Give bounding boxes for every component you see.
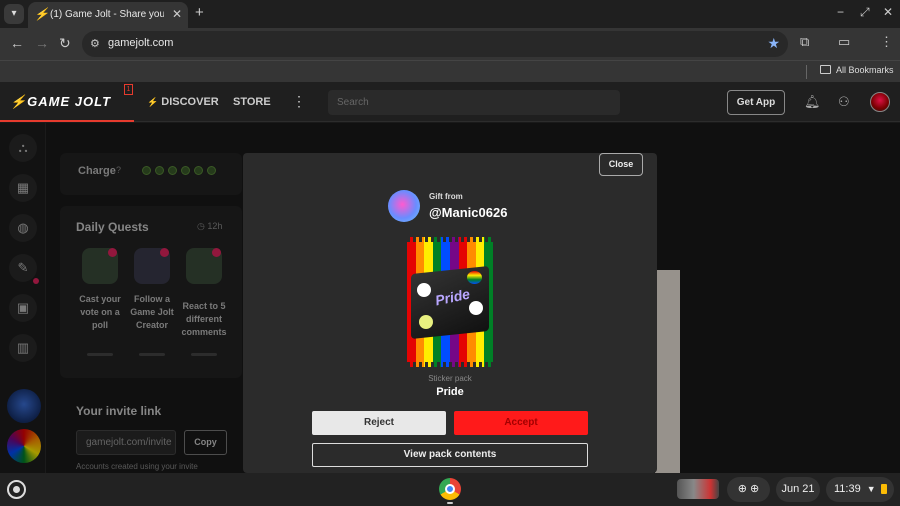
new-tab-button[interactable]: + <box>195 4 204 21</box>
browser-tab[interactable]: ⚡ (1) Game Jolt - Share your creations ✕ <box>28 2 188 28</box>
reading-mode-icon[interactable]: ▭ <box>838 34 850 50</box>
sticker-icon <box>419 315 433 329</box>
back-icon[interactable]: ← <box>10 35 24 51</box>
nav-store[interactable]: STORE <box>233 96 271 108</box>
view-pack-contents-button[interactable]: View pack contents <box>312 443 588 467</box>
friends-icon[interactable]: ⚇ <box>838 94 850 110</box>
tab-search-button[interactable]: ▾ <box>4 4 24 24</box>
heart-sticker-icon <box>467 271 482 284</box>
sticker-icon <box>417 283 431 297</box>
site-header: ⚡GAME JOLT 1 ⚡ DISCOVER STORE ⋮ Search G… <box>0 82 900 122</box>
notification-badge: 1 <box>124 84 133 95</box>
bookmarks-bar: All Bookmarks <box>0 60 900 82</box>
url-text: gamejolt.com <box>108 37 174 49</box>
menu-kebab-icon[interactable]: ⋮ <box>880 34 893 50</box>
nav-discover-label: DISCOVER <box>161 96 219 108</box>
gift-from-label: Gift from <box>429 192 463 201</box>
pack-name: Pride <box>436 386 464 398</box>
window-close-icon[interactable]: ✕ <box>883 5 893 19</box>
gamejolt-logo[interactable]: ⚡GAME JOLT <box>10 94 111 110</box>
running-indicator <box>447 502 453 504</box>
user-avatar[interactable] <box>870 92 890 112</box>
pack-edge <box>407 362 493 367</box>
search-input[interactable]: Search <box>328 90 620 115</box>
get-app-button[interactable]: Get App <box>727 90 785 115</box>
tray-quick-actions[interactable]: ⊕ ⊕ <box>727 477 770 502</box>
bookmarks-divider <box>806 65 807 79</box>
search-placeholder: Search <box>337 97 369 108</box>
launcher-icon[interactable] <box>7 480 26 499</box>
pack-type-label: Sticker pack <box>428 374 472 383</box>
date-button[interactable]: Jun 21 <box>776 477 820 502</box>
reload-icon[interactable]: ↻ <box>59 35 71 52</box>
reject-button[interactable]: Reject <box>312 411 446 435</box>
close-icon[interactable]: ✕ <box>172 7 182 21</box>
minimize-icon[interactable]: − <box>837 5 844 19</box>
pack-edge <box>407 237 493 242</box>
sticker-icon <box>469 301 483 315</box>
extensions-icon[interactable]: ⧉ <box>800 34 809 50</box>
chrome-icon[interactable] <box>439 478 461 500</box>
clock-text: 11:39 <box>834 483 861 495</box>
site-info-icon[interactable]: ⚙ <box>90 37 100 50</box>
accept-button[interactable]: Accept <box>454 411 588 435</box>
close-button[interactable]: Close <box>599 153 643 176</box>
folder-icon <box>820 65 831 74</box>
sender-avatar[interactable] <box>388 190 420 222</box>
sticker-pack-image: Pride <box>407 237 493 367</box>
more-menu-icon[interactable]: ⋮ <box>292 93 306 110</box>
status-area[interactable]: 11:39 ▼ <box>826 477 894 502</box>
sender-username[interactable]: @Manic0626 <box>429 205 507 220</box>
browser-toolbar: ← → ↻ ⚙ gamejolt.com ★ ⧉ ▭ ⋮ <box>0 28 900 60</box>
bookmark-star-icon[interactable]: ★ <box>767 35 780 52</box>
wifi-icon: ▼ <box>866 484 876 494</box>
address-bar[interactable]: ⚙ gamejolt.com ★ <box>82 31 788 57</box>
gift-modal: Close Gift from @Manic0626 Pride Sticker… <box>243 153 657 473</box>
maximize-icon[interactable]: ⤢ <box>860 5 870 20</box>
forward-icon[interactable]: → <box>35 35 49 51</box>
logo-underline <box>0 120 134 122</box>
nav-discover[interactable]: ⚡ DISCOVER <box>147 96 219 108</box>
bell-icon[interactable]: 🔔︎ <box>804 94 821 110</box>
compass-icon: ⚡ <box>147 97 159 107</box>
browser-tab-bar: ▾ ⚡ (1) Game Jolt - Share your creations… <box>0 0 900 28</box>
os-shelf: ⊕ ⊕ Jun 21 11:39 ▼ <box>0 473 900 506</box>
screen-capture-thumbnail[interactable] <box>677 479 719 499</box>
all-bookmarks-link[interactable]: All Bookmarks <box>836 65 894 75</box>
gamejolt-favicon-icon: ⚡ <box>34 7 49 21</box>
battery-icon <box>880 484 887 495</box>
tab-title: (1) Game Jolt - Share your creations <box>50 9 164 20</box>
